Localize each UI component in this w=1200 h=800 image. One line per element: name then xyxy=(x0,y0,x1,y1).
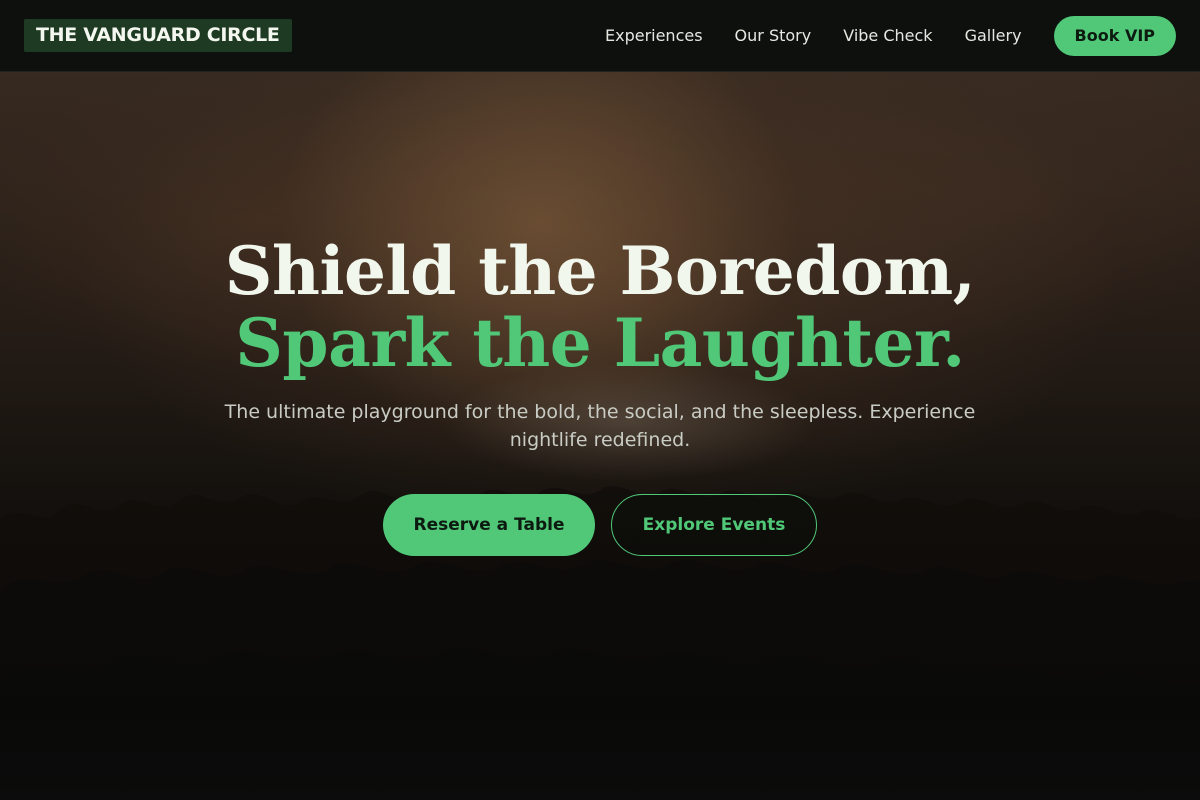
main-nav: Experiences Our Story Vibe Check Gallery… xyxy=(605,15,1176,56)
nav-link-gallery[interactable]: Gallery xyxy=(965,26,1022,45)
nav-link-our-story[interactable]: Our Story xyxy=(735,26,812,45)
nav-link-experiences[interactable]: Experiences xyxy=(605,26,703,45)
brand-logo[interactable]: THE VANGUARD CIRCLE xyxy=(24,19,292,52)
headline-line-1: Shield the Boredom, xyxy=(224,232,976,310)
nav-link-vibe-check[interactable]: Vibe Check xyxy=(843,26,932,45)
book-vip-button[interactable]: Book VIP xyxy=(1053,15,1176,56)
reserve-table-button[interactable]: Reserve a Table xyxy=(383,494,595,556)
explore-events-button[interactable]: Explore Events xyxy=(611,494,817,556)
hero-section: Shield the Boredom, Spark the Laughter. … xyxy=(0,72,1200,800)
top-navbar: THE VANGUARD CIRCLE Experiences Our Stor… xyxy=(0,0,1200,72)
hero-cta-group: Reserve a Table Explore Events xyxy=(383,494,817,556)
hero-content: Shield the Boredom, Spark the Laughter. … xyxy=(0,72,1200,800)
hero-subtitle: The ultimate playground for the bold, th… xyxy=(224,401,976,451)
headline-line-2: Spark the Laughter. xyxy=(235,304,965,382)
hero-headline: Shield the Boredom, Spark the Laughter. xyxy=(224,232,976,382)
